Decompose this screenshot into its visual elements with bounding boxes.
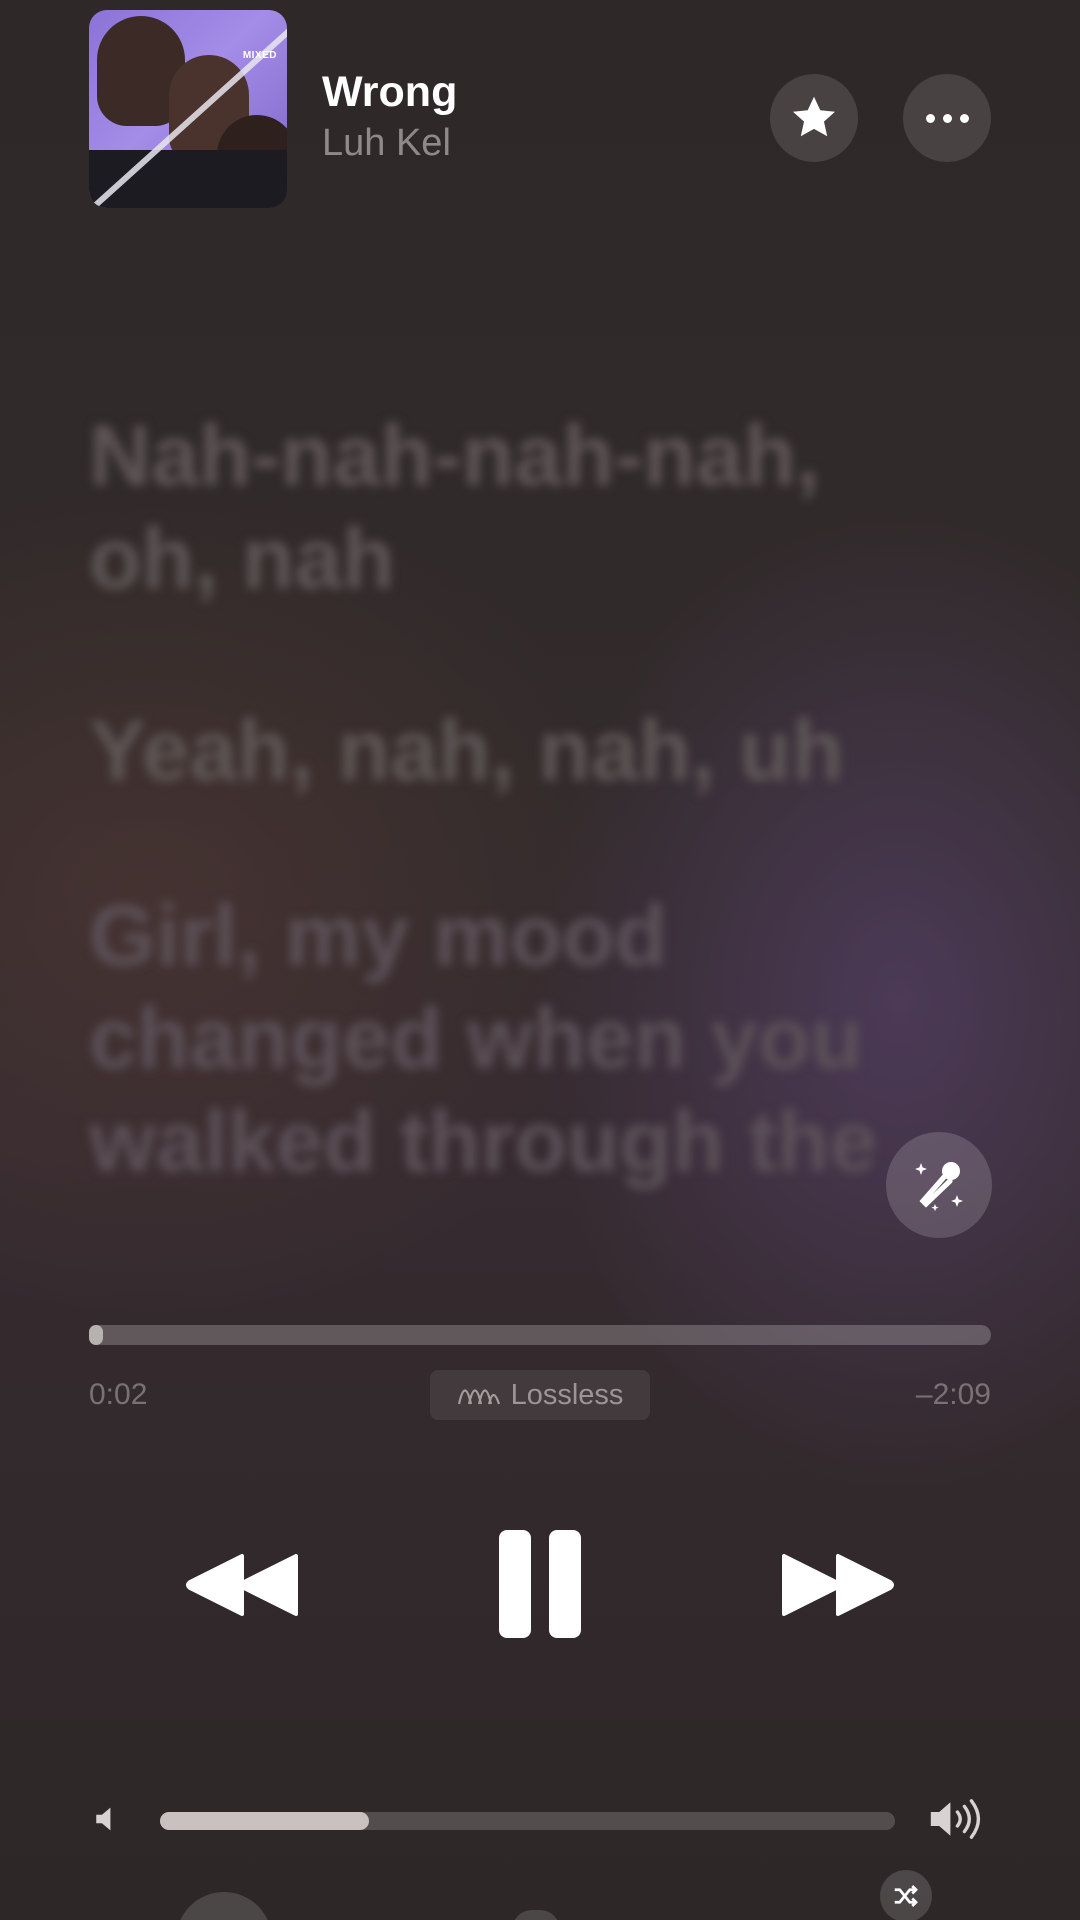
artist-name[interactable]: Luh Kel <box>322 122 451 165</box>
playback-scrubber[interactable] <box>89 1325 991 1345</box>
album-art-badge: MIXED <box>242 50 277 61</box>
lyric-line[interactable]: Girl, my mood changed when you walked th… <box>89 885 949 1195</box>
star-icon <box>792 96 836 137</box>
ellipsis-icon <box>925 113 969 123</box>
volume-low-icon <box>96 1807 111 1831</box>
fast-forward-button[interactable] <box>776 1545 896 1625</box>
sing-mode-button[interactable] <box>886 1132 992 1238</box>
volume-high-icon <box>930 1799 981 1839</box>
playback-progress-fill <box>89 1325 104 1345</box>
song-title: Wrong <box>322 68 458 116</box>
pause-button[interactable] <box>498 1528 582 1640</box>
pause-icon <box>499 1530 531 1638</box>
volume-level-fill <box>160 1812 370 1830</box>
fast-forward-icon <box>782 1554 894 1616</box>
rewind-icon <box>186 1554 298 1616</box>
favorite-button[interactable] <box>770 74 858 162</box>
lyric-line[interactable]: Yeah, nah, nah, uh <box>89 700 949 803</box>
pause-icon <box>549 1530 581 1638</box>
shuffle-button[interactable] <box>880 1870 932 1920</box>
remaining-time: –2:09 <box>915 1378 991 1411</box>
volume-slider[interactable] <box>160 1812 895 1830</box>
lossless-wave-icon <box>457 1389 500 1405</box>
more-options-button[interactable] <box>903 74 991 162</box>
lossless-badge[interactable]: Lossless <box>430 1370 650 1420</box>
rewind-button[interactable] <box>184 1545 304 1625</box>
microphone-sparkle-icon <box>915 1162 963 1212</box>
lyric-line[interactable]: Nah-nah-nah-nah, oh, nah <box>89 405 949 611</box>
elapsed-time: 0:02 <box>89 1378 148 1411</box>
album-artwork[interactable]: MIXED <box>89 10 287 208</box>
shuffle-icon <box>894 1885 918 1907</box>
lossless-label: Lossless <box>510 1378 624 1411</box>
